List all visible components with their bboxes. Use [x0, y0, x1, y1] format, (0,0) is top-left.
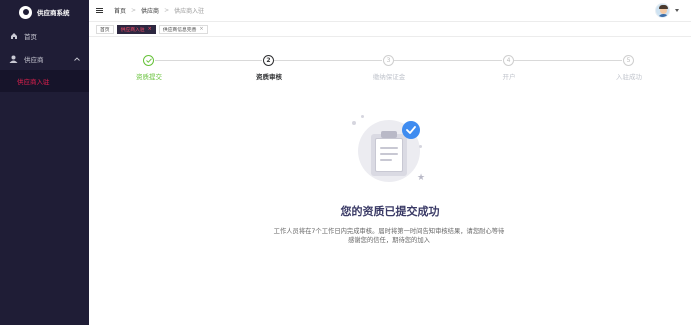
- logo-icon: [19, 5, 32, 19]
- submission-success-illustration: ★: [349, 115, 429, 187]
- sidebar-item-label: 首页: [24, 32, 37, 41]
- supplier-icon: [9, 54, 18, 63]
- chevron-up-icon: [74, 55, 80, 63]
- tag-label: 首页: [100, 27, 110, 33]
- result-desc-line: 工作人员将在7个工作日内完成审核。届时将第一时间告知审核结果，请您耐心等待: [273, 228, 505, 235]
- step-connector: [274, 60, 382, 61]
- breadcrumb-separator-icon: >: [131, 7, 137, 14]
- sidebar-item-home[interactable]: 首页: [0, 24, 89, 47]
- app-title: 供应商系统: [37, 9, 70, 17]
- home-icon: [9, 31, 18, 40]
- tag-supplier-onboarding[interactable]: 供应商入驻 ×: [116, 24, 156, 34]
- steps: 2 3 4 5 资质提交 资质审核 缴纳保证金 开户 入驻成功: [89, 55, 691, 85]
- main-content: 2 3 4 5 资质提交 资质审核 缴纳保证金 开户 入驻成功 ★ 您的资质已提…: [89, 37, 691, 325]
- step-5-title: 入驻成功: [616, 73, 642, 81]
- caret-down-icon[interactable]: [675, 9, 679, 12]
- brand[interactable]: 供应商系统: [0, 0, 89, 24]
- step-5-number: 5: [623, 55, 634, 66]
- breadcrumb: 首页 > 供应商 > 供应商入驻: [114, 6, 204, 15]
- step-1-title: 资质提交: [136, 73, 162, 81]
- menu-toggle-icon[interactable]: [96, 7, 103, 14]
- star-icon: ★: [417, 173, 426, 183]
- step-3-number: 3: [383, 55, 394, 66]
- tag-label: 供应商入驻: [120, 27, 145, 33]
- step-2-title: 资质审核: [256, 73, 282, 81]
- tag-supplier-info[interactable]: 供应商信息完善 ×: [158, 24, 208, 34]
- tag-home[interactable]: 首页: [96, 24, 114, 34]
- check-badge-icon: [402, 121, 420, 139]
- sidebar-item-label: 供应商: [24, 55, 44, 64]
- step-connector: [514, 60, 622, 61]
- step-connector: [155, 60, 262, 61]
- breadcrumb-separator-icon: >: [164, 7, 170, 14]
- tags-bar: 首页 供应商入驻 × 供应商信息完善 ×: [89, 22, 691, 37]
- step-1-check-icon: [143, 55, 154, 66]
- step-connector: [394, 60, 502, 61]
- sidebar-item-supplier[interactable]: 供应商: [0, 47, 89, 70]
- close-icon[interactable]: ×: [199, 26, 203, 32]
- result-description: 工作人员将在7个工作日内完成审核。届时将第一时间告知审核结果，请您耐心等待 感谢…: [254, 227, 524, 245]
- breadcrumb-item[interactable]: 首页: [114, 6, 126, 15]
- avatar[interactable]: [655, 3, 670, 18]
- tag-label: 供应商信息完善: [162, 27, 197, 33]
- close-icon[interactable]: ×: [148, 26, 152, 32]
- result-title: 您的资质已提交成功: [340, 205, 440, 218]
- step-3-title: 缴纳保证金: [372, 73, 406, 81]
- breadcrumb-item[interactable]: 供应商: [141, 6, 159, 15]
- step-4-number: 4: [503, 55, 514, 66]
- step-4-title: 开户: [502, 73, 516, 81]
- step-2-number: 2: [263, 55, 274, 66]
- top-header: 首页 > 供应商 > 供应商入驻: [89, 0, 691, 22]
- sidebar-subitem-supplier-onboarding[interactable]: 供应商入驻: [0, 70, 89, 92]
- result-desc-line: 感谢您的信任，期待您的加入: [348, 237, 430, 244]
- sidebar: 供应商系统 首页 供应商 供应商入驻: [0, 0, 89, 325]
- breadcrumb-item-current: 供应商入驻: [174, 8, 205, 15]
